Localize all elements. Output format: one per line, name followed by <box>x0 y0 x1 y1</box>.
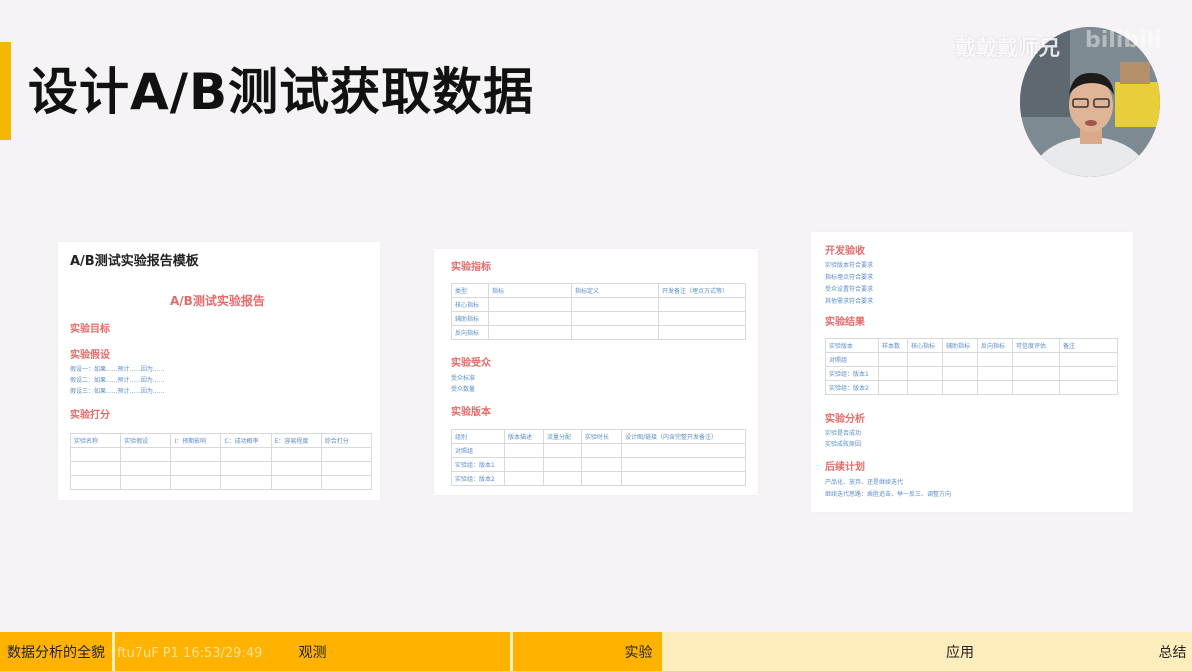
table-header-cell: 指标定义 <box>571 283 659 298</box>
section-hypothesis: 实验假设 <box>70 350 110 361</box>
table-header-cell: 实验名称 <box>69 433 122 448</box>
table-header-cell: 实验版本 <box>825 338 879 353</box>
table-row: 实验组：版本2 <box>451 471 746 486</box>
hypothesis-list: 假设一：如果......预计......因为...... 假设二：如果.....… <box>70 364 164 397</box>
section-plan: 后续计划 <box>825 462 865 473</box>
row-label: 对照组 <box>825 352 879 367</box>
analysis-list: 实验是否成功 实验成败原因 <box>825 428 861 450</box>
row-label: 实验组：版本2 <box>451 471 505 486</box>
table-header-cell: 指标 <box>488 283 572 298</box>
video-timestamp: ftu7uF P1 16:53/29:49 <box>117 646 263 661</box>
table-row: 实验组：版本2 <box>825 380 1118 395</box>
table-row: 实验组：版本1 <box>451 457 746 472</box>
template-heading: A/B测试实验报告模板 <box>70 254 199 269</box>
acceptance-line: 指标埋点符合要求 <box>825 274 874 281</box>
table-header-row: 实验版本 样本数 核心指标 辅助指标 反向指标 可信度评估 备注 <box>825 338 1118 353</box>
table-row: 反向指标 <box>451 325 746 340</box>
chapter-overview[interactable]: 数据分析的全貌 <box>0 632 112 671</box>
results-card: 开发验收 实验版本符合要求 指标埋点符合要求 受众设置符合要求 其他需求符合要求… <box>811 232 1133 512</box>
table-header-row: 实验名称 实验假设 I：预期影响 C：成功概率 E：容易程度 综合打分 <box>69 433 373 448</box>
table-header-cell: 开发备注（埋点方式等） <box>658 283 746 298</box>
audience-list: 受众标准 受众数量 <box>451 373 475 395</box>
slide-title: 设计A/B测试获取数据 <box>28 63 535 121</box>
plan-list: 产品化、放弃、还是继续迭代 继续迭代思路：乘胜追击、举一反三、调整方向 <box>825 477 951 501</box>
hypothesis-line: 假设一：如果......预计......因为...... <box>70 366 165 373</box>
analysis-line: 实验是否成功 <box>825 430 862 437</box>
table-header-cell: 可信度评估 <box>1012 338 1060 353</box>
section-audience: 实验受众 <box>451 358 491 369</box>
audience-line: 受众数量 <box>451 386 476 393</box>
section-goal: 实验目标 <box>70 324 110 335</box>
section-version: 实验版本 <box>451 407 491 418</box>
table-row: 对照组 <box>825 352 1118 367</box>
acceptance-line: 受众设置符合要求 <box>825 286 874 293</box>
title-accent-bar <box>0 42 11 140</box>
section-result: 实验结果 <box>825 317 865 328</box>
row-label: 对照组 <box>451 443 505 458</box>
table-header-cell: 备注 <box>1059 338 1118 353</box>
section-score: 实验打分 <box>70 410 110 421</box>
table-row <box>69 461 373 476</box>
version-table: 组别 版本描述 流量分配 实验时长 设计图/链接（内含完整开发备注） 对照组 实… <box>451 429 746 486</box>
row-label: 反向指标 <box>451 325 489 340</box>
table-header-row: 类型 指标 指标定义 开发备注（埋点方式等） <box>451 283 746 298</box>
report-title: A/B测试实验报告 <box>170 294 265 308</box>
chapter-experiment[interactable]: 实验 <box>513 632 764 671</box>
table-header-cell: 版本描述 <box>504 429 544 444</box>
table-header-cell: E：容易程度 <box>270 433 322 448</box>
report-template-card: A/B测试实验报告模板 A/B测试实验报告 实验目标 实验假设 假设一：如果..… <box>58 242 380 500</box>
table-row: 实验组：版本1 <box>825 366 1118 381</box>
bilibili-logo: bilibili <box>1085 28 1162 53</box>
table-header-cell: 综合打分 <box>320 433 373 448</box>
row-label: 实验组：版本1 <box>825 366 879 381</box>
section-acceptance: 开发验收 <box>825 246 865 257</box>
result-table: 实验版本 样本数 核心指标 辅助指标 反向指标 可信度评估 备注 对照组 实验组… <box>825 338 1118 395</box>
table-row: 对照组 <box>451 443 746 458</box>
hypothesis-line: 假设二：如果......预计......因为...... <box>70 377 165 384</box>
table-row: 辅助指标 <box>451 311 746 326</box>
acceptance-line: 其他需求符合要求 <box>825 298 874 305</box>
table-header-cell: 组别 <box>451 429 505 444</box>
table-row <box>69 475 373 490</box>
table-header-cell: 流量分配 <box>543 429 582 444</box>
metrics-card: 实验指标 类型 指标 指标定义 开发备注（埋点方式等） 核心指标 辅助指标 反向… <box>434 249 758 495</box>
table-header-cell: 辅助指标 <box>942 338 978 353</box>
table-row <box>69 447 373 462</box>
score-table: 实验名称 实验假设 I：预期影响 C：成功概率 E：容易程度 综合打分 <box>69 433 373 490</box>
table-row: 核心指标 <box>451 297 746 312</box>
table-header-cell: 实验假设 <box>120 433 172 448</box>
analysis-line: 实验成败原因 <box>825 441 862 448</box>
hypothesis-line: 假设三：如果......预计......因为...... <box>70 388 165 395</box>
table-header-cell: 核心指标 <box>907 338 943 353</box>
uploader-watermark: 戴戴戴师兄 <box>955 36 1060 60</box>
row-label: 实验组：版本2 <box>825 380 879 395</box>
plan-line: 产品化、放弃、还是继续迭代 <box>825 479 904 486</box>
table-header-cell: 样本数 <box>878 338 908 353</box>
plan-line: 继续迭代思路：乘胜追击、举一反三、调整方向 <box>825 491 952 498</box>
section-analysis: 实验分析 <box>825 414 865 425</box>
chapter-apply[interactable]: 应用 <box>769 632 1151 671</box>
table-header-cell: 实验时长 <box>581 429 622 444</box>
table-header-cell: 设计图/链接（内含完整开发备注） <box>621 429 746 444</box>
row-label: 核心指标 <box>451 297 489 312</box>
table-header-cell: C：成功概率 <box>220 433 272 448</box>
table-header-cell: 反向指标 <box>977 338 1013 353</box>
section-metrics: 实验指标 <box>451 262 491 273</box>
acceptance-line: 实验版本符合要求 <box>825 262 874 269</box>
audience-line: 受众标准 <box>451 375 476 382</box>
row-label: 实验组：版本1 <box>451 457 505 472</box>
row-label: 辅助指标 <box>451 311 489 326</box>
table-header-row: 组别 版本描述 流量分配 实验时长 设计图/链接（内含完整开发备注） <box>451 429 746 444</box>
chapter-summary[interactable]: 总结 <box>1153 632 1192 671</box>
table-header-cell: I：预期影响 <box>170 433 222 448</box>
acceptance-list: 实验版本符合要求 指标埋点符合要求 受众设置符合要求 其他需求符合要求 <box>825 260 873 308</box>
metrics-table: 类型 指标 指标定义 开发备注（埋点方式等） 核心指标 辅助指标 反向指标 <box>451 283 746 340</box>
table-header-cell: 类型 <box>451 283 489 298</box>
